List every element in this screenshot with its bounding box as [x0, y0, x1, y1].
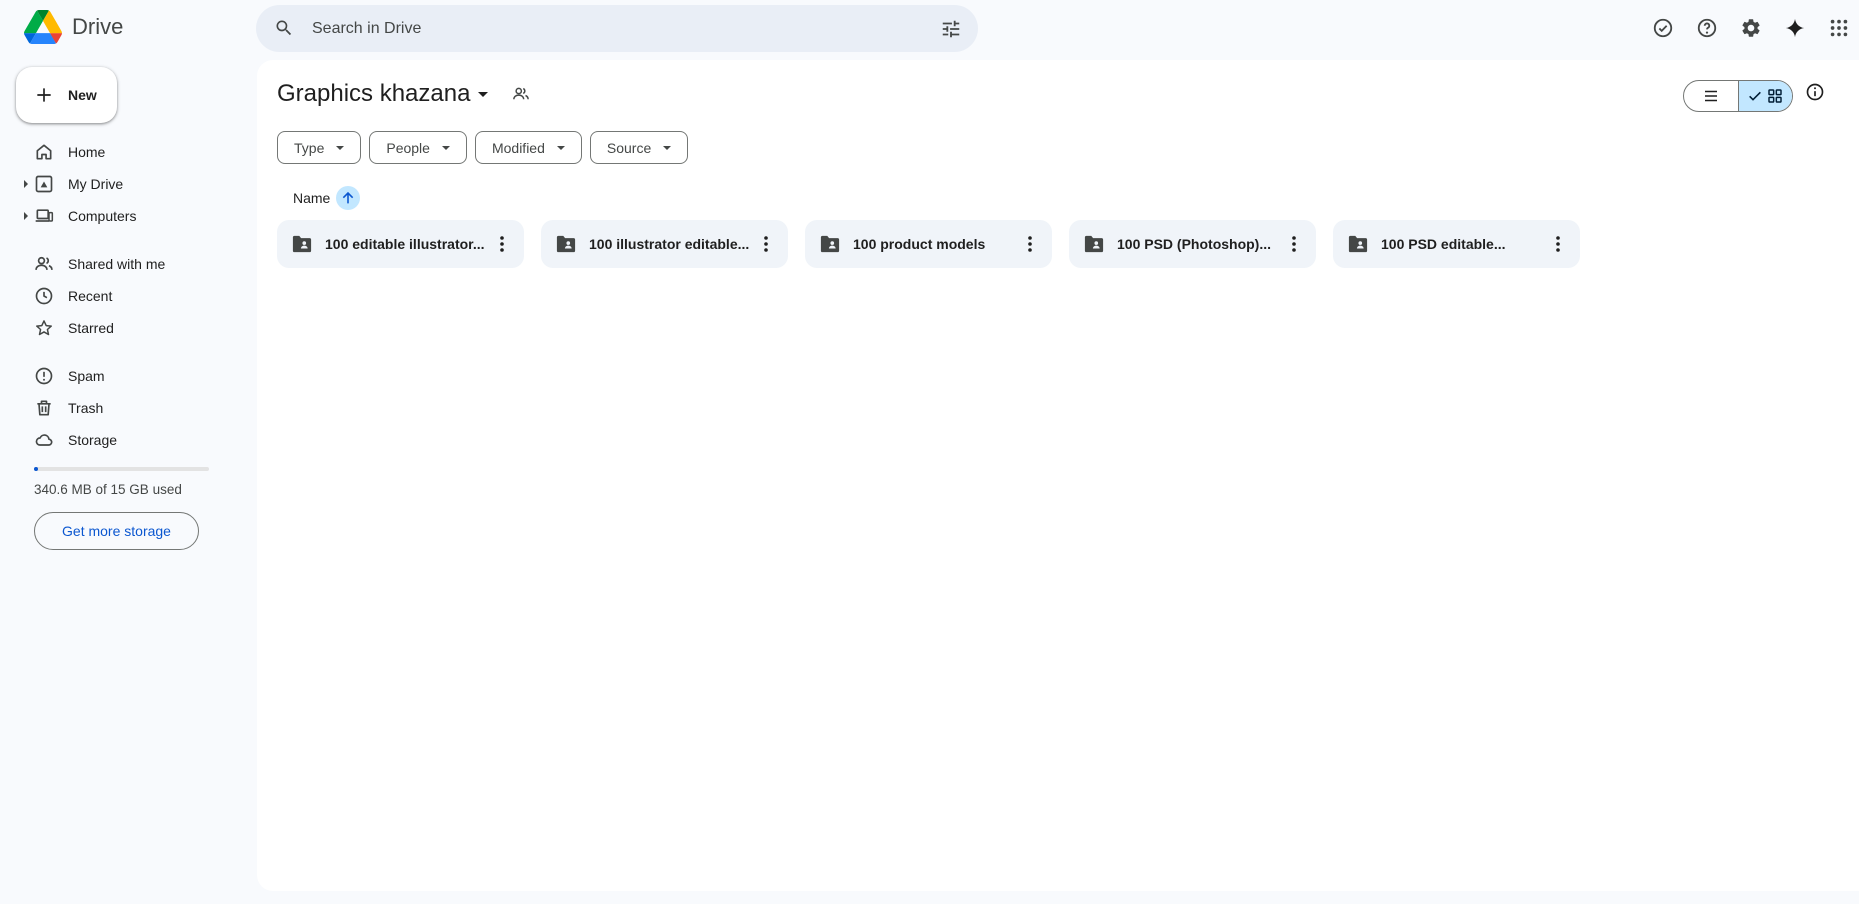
arrow-up-icon [340, 190, 356, 206]
spam-icon [34, 366, 54, 386]
sidebar-item-label: Home [68, 144, 106, 160]
sidebar-item-shared-with-me[interactable]: Shared with me [16, 248, 240, 280]
shared-icon [34, 254, 54, 274]
folder-card[interactable]: 100 product models [805, 220, 1052, 268]
folder-menu-dropdown-icon[interactable] [478, 91, 489, 97]
shared-folder-icon [1347, 234, 1369, 254]
more-options-icon[interactable] [754, 232, 778, 256]
cloud-icon [34, 430, 54, 450]
storage-usage-fill [34, 467, 38, 471]
sidebar-item-label: Shared with me [68, 256, 166, 272]
folder-card[interactable]: 100 PSD editable... [1333, 220, 1580, 268]
search-bar[interactable] [256, 5, 978, 52]
new-button[interactable]: New [16, 67, 117, 123]
gemini-icon[interactable] [1775, 8, 1815, 48]
settings-icon[interactable] [1731, 8, 1771, 48]
sidebar-item-label: Spam [68, 368, 105, 384]
computers-icon [34, 206, 54, 226]
sidebar-item-spam[interactable]: Spam [16, 360, 240, 392]
sidebar-item-my-drive[interactable]: My Drive [16, 168, 240, 200]
drive-logo[interactable]: Drive [24, 10, 123, 44]
more-options-icon[interactable] [1546, 232, 1570, 256]
star-icon [34, 318, 54, 338]
home-icon [34, 142, 54, 162]
sidebar-item-computers[interactable]: Computers [16, 200, 240, 232]
plus-icon [34, 85, 54, 105]
sidebar-item-label: Recent [68, 288, 113, 304]
top-actions [1639, 8, 1859, 48]
clock-icon [34, 286, 54, 306]
filter-chip-label: Type [294, 139, 325, 156]
folder-card[interactable]: 100 illustrator editable... [541, 220, 788, 268]
dropdown-arrow-icon [556, 145, 565, 150]
more-options-icon[interactable] [1282, 232, 1306, 256]
sidebar-item-label: Storage [68, 432, 118, 448]
filter-chip-label: Modified [491, 139, 545, 156]
sort-header: Name [293, 186, 361, 210]
folder-card[interactable]: 100 PSD (Photoshop)... [1069, 220, 1316, 268]
ready-for-offline-icon[interactable] [1643, 8, 1683, 48]
grid-view-button[interactable] [1737, 81, 1792, 111]
search-icon[interactable] [274, 18, 294, 38]
sidebar-item-starred[interactable]: Starred [16, 312, 240, 344]
shared-folder-icon [1083, 234, 1105, 254]
sidebar-item-recent[interactable]: Recent [16, 280, 240, 312]
sort-direction-button[interactable] [336, 186, 361, 210]
search-input[interactable] [312, 5, 872, 52]
filter-type-chip[interactable]: Type [277, 131, 362, 164]
drive-logo-icon [24, 10, 62, 44]
storage-usage-text: 340.6 MB of 15 GB used [34, 482, 182, 497]
apps-grid-icon[interactable] [1819, 8, 1859, 48]
dropdown-arrow-icon [663, 145, 672, 150]
filter-source-chip[interactable]: Source [589, 131, 689, 164]
sidebar-item-label: Trash [68, 400, 104, 416]
list-icon [1702, 87, 1720, 105]
view-toggle [1683, 80, 1793, 112]
sort-by-name-label[interactable]: Name [293, 190, 330, 206]
get-more-storage-button[interactable]: Get more storage [34, 512, 199, 550]
more-options-icon[interactable] [490, 232, 514, 256]
expand-arrow-icon[interactable] [24, 212, 28, 220]
dropdown-arrow-icon [441, 145, 450, 150]
help-icon[interactable] [1687, 8, 1727, 48]
filter-people-chip[interactable]: People [369, 131, 467, 164]
page-title[interactable]: Graphics khazana [277, 80, 470, 108]
folder-name: 100 product models [853, 236, 986, 252]
sidebar-item-label: Starred [68, 320, 114, 336]
trash-icon [34, 398, 54, 418]
search-options-icon[interactable] [940, 18, 962, 40]
storage-usage-bar [34, 467, 209, 471]
app-name: Drive [72, 14, 124, 39]
folder-card[interactable]: 100 editable illustrator... [277, 220, 524, 268]
list-view-button[interactable] [1684, 81, 1738, 111]
folder-name: 100 PSD (Photoshop)... [1117, 236, 1272, 252]
new-button-label: New [68, 87, 97, 103]
checkmark-icon [1747, 88, 1763, 104]
folder-header: Graphics khazana [277, 80, 530, 108]
info-icon[interactable] [1805, 82, 1825, 102]
folder-name: 100 illustrator editable... [589, 236, 750, 252]
expand-arrow-icon[interactable] [24, 180, 28, 188]
folder-name: 100 PSD editable... [1381, 236, 1506, 252]
main-panel: Graphics khazana Type People Modified So… [257, 60, 1859, 891]
folder-name: 100 editable illustrator... [325, 236, 485, 252]
my-drive-icon [34, 174, 54, 194]
sidebar-item-home[interactable]: Home [16, 136, 240, 168]
sidebar-item-label: Computers [68, 208, 137, 224]
dropdown-arrow-icon [336, 145, 345, 150]
shared-folder-icon[interactable] [512, 85, 530, 103]
sidebar-item-trash[interactable]: Trash [16, 392, 240, 424]
filter-modified-chip[interactable]: Modified [474, 131, 582, 164]
shared-folder-icon [555, 234, 577, 254]
shared-folder-icon [819, 234, 841, 254]
more-options-icon[interactable] [1018, 232, 1042, 256]
filter-chip-label: People [386, 139, 430, 156]
sidebar-item-storage[interactable]: Storage [16, 424, 240, 456]
filter-chip-label: Source [606, 139, 652, 156]
shared-folder-icon [291, 234, 313, 254]
sidebar-item-label: My Drive [68, 176, 124, 192]
grid-icon [1767, 88, 1783, 104]
top-bar: Drive [0, 0, 1859, 56]
filter-chips: Type People Modified Source [277, 131, 696, 164]
